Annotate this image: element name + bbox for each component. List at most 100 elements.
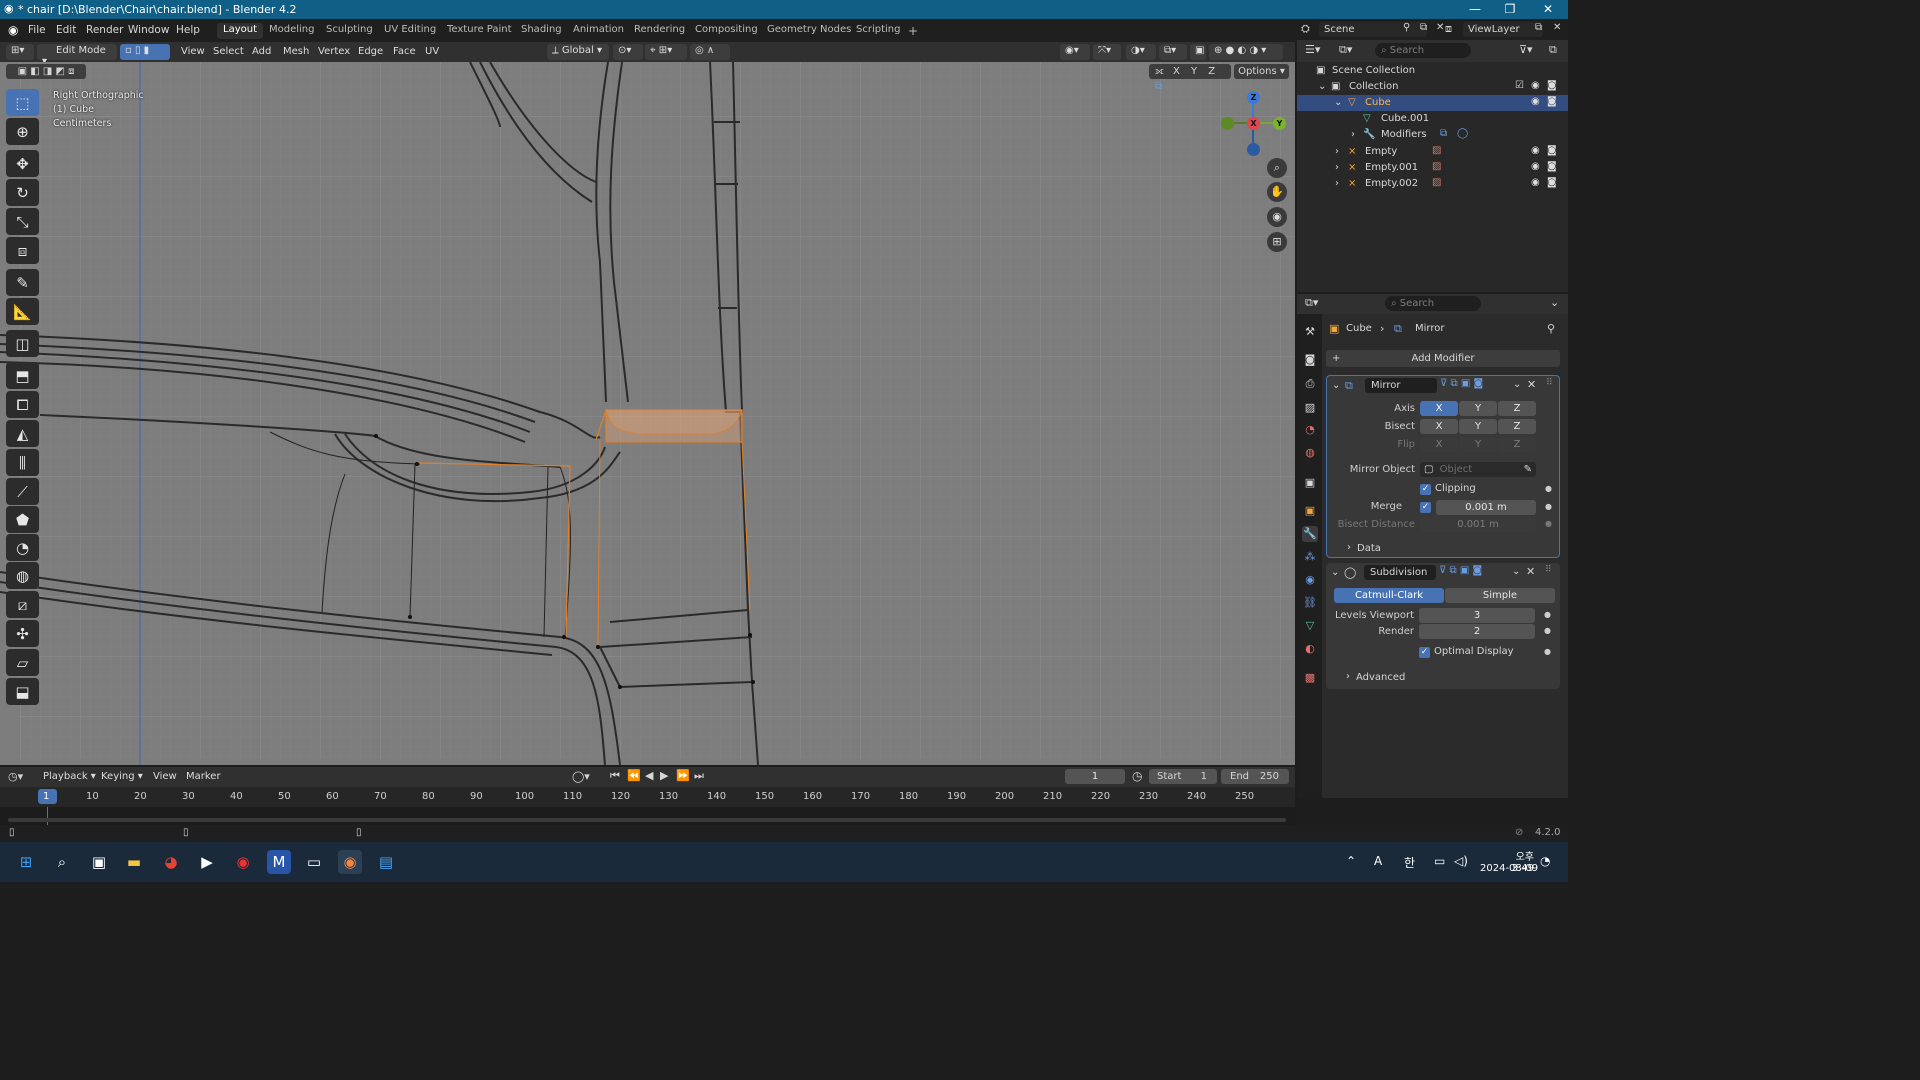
timeline-editor-icon[interactable]: ◷▾	[8, 770, 23, 783]
mirror-object-field[interactable]: ▢ Object ✎	[1420, 462, 1536, 477]
smooth-tool-icon[interactable]: ◍	[6, 562, 39, 589]
viewlayer-field[interactable]: ViewLayer	[1463, 22, 1543, 37]
next-keyframe-icon[interactable]: ⏩	[676, 769, 690, 782]
merge-distance-field[interactable]: 0.001 m	[1436, 500, 1536, 515]
render-tab-icon[interactable]: ◙	[1302, 352, 1318, 368]
end-frame-field[interactable]: End 250	[1221, 769, 1289, 784]
edge-slide-tool-icon[interactable]: ⧄	[6, 591, 39, 618]
file-explorer-icon[interactable]: ▬	[122, 850, 146, 874]
optimal-display-checkbox[interactable]: ✓	[1419, 647, 1430, 658]
bisect-y-toggle[interactable]: Y	[1459, 419, 1497, 434]
pan-hand-icon[interactable]: ✋	[1267, 182, 1287, 202]
gizmo-x-icon[interactable]: X	[1247, 117, 1260, 130]
simple-button[interactable]: Simple	[1445, 588, 1555, 603]
tree-row-collection[interactable]: ⌄ ▣ Collection ☑ ◉ ◙	[1297, 79, 1568, 95]
bisect-z-toggle[interactable]: Z	[1498, 419, 1536, 434]
editor-type-icon[interactable]: ⊞▾	[6, 44, 34, 60]
pin-icon[interactable]: ⚲	[1403, 22, 1410, 33]
jump-end-icon[interactable]: ⏭	[694, 769, 704, 783]
pin-icon[interactable]: ⚲	[1547, 322, 1555, 335]
tab-compositing[interactable]: Compositing	[689, 23, 764, 39]
output-tab-icon[interactable]: ⎙	[1302, 376, 1318, 392]
new-viewlayer-icon[interactable]: ⧉	[1535, 22, 1542, 33]
modifier-mirror-icon[interactable]: ⧉	[1440, 128, 1447, 139]
proportional-edit-button[interactable]: ◎ ∧	[690, 44, 730, 60]
menu-edge[interactable]: Edge	[358, 46, 383, 57]
move-tool-icon[interactable]: ✥	[6, 150, 39, 177]
collection-tab-icon[interactable]: ▣	[1302, 475, 1318, 491]
media-player-icon[interactable]: ▶	[195, 850, 219, 874]
rotate-tool-icon[interactable]: ↻	[6, 179, 39, 206]
current-frame-field[interactable]: 1	[1065, 769, 1125, 784]
add-cube-tool-icon[interactable]: ◫	[6, 330, 39, 357]
clock-date[interactable]: 2024-08-09	[1480, 863, 1538, 874]
horizontal-scrollbar[interactable]	[8, 818, 1286, 822]
tab-scripting[interactable]: Scripting	[850, 23, 906, 39]
material-tab-icon[interactable]: ◐	[1302, 641, 1318, 657]
annotate-tool-icon[interactable]: ✎	[6, 269, 39, 296]
tab-geometry-nodes[interactable]: Geometry Nodes	[761, 23, 857, 39]
chevron-up-icon[interactable]: ⌃	[1346, 854, 1356, 868]
tree-row-empty-002[interactable]: › ⨯ Empty.002 ▨ ◉ ◙	[1297, 176, 1568, 192]
flip-z-toggle[interactable]: Z	[1498, 437, 1536, 452]
timeline-area[interactable]	[0, 807, 1295, 825]
tab-texture-paint[interactable]: Texture Paint	[441, 23, 518, 39]
close-button[interactable]: ✕	[1533, 2, 1563, 16]
menu-render[interactable]: Render	[86, 24, 123, 36]
camera-icon[interactable]: ◙	[1547, 96, 1557, 107]
teams-app-icon[interactable]: M	[267, 850, 291, 874]
tab-modeling[interactable]: Modeling	[263, 23, 321, 39]
tab-animation[interactable]: Animation	[567, 23, 630, 39]
scale-tool-icon[interactable]: ⤡	[6, 208, 39, 235]
eye-icon[interactable]: ◉	[1531, 96, 1540, 107]
notification-bell-icon[interactable]: ◔	[1540, 854, 1550, 868]
menu-window[interactable]: Window	[128, 24, 169, 36]
network-icon[interactable]: ▭	[1434, 854, 1445, 868]
maximize-button[interactable]: ❐	[1495, 2, 1525, 16]
auto-keying-icon[interactable]: ◯▾	[572, 770, 590, 783]
options-dropdown[interactable]: Options ▾	[1234, 64, 1289, 79]
chevron-right-icon[interactable]: ›	[1347, 542, 1351, 553]
remove-scene-icon[interactable]: ✕	[1436, 22, 1444, 33]
tree-row-empty-001[interactable]: › ⨯ Empty.001 ▨ ◉ ◙	[1297, 160, 1568, 176]
data-subpanel-header[interactable]: Data	[1357, 543, 1381, 554]
remove-modifier-icon[interactable]: ✕	[1527, 378, 1536, 391]
scene-field[interactable]: Scene	[1319, 22, 1427, 37]
menu-file[interactable]: File	[28, 24, 46, 36]
levels-viewport-field[interactable]: 3	[1419, 608, 1535, 623]
modifier-visibility-icons[interactable]: ⊽ ⧉ ▣ ◙	[1439, 565, 1511, 580]
notepad-icon[interactable]: ▤	[374, 850, 398, 874]
ime-mode[interactable]: A	[1374, 854, 1382, 868]
axis-x-toggle[interactable]: X	[1420, 401, 1458, 416]
merge-checkbox[interactable]: ✓	[1420, 502, 1431, 513]
chevron-down-icon[interactable]: ⌄	[1512, 566, 1520, 577]
mirror-axis-x[interactable]: X	[1173, 66, 1180, 77]
navigation-gizmo[interactable]: Z X Y	[1216, 90, 1286, 160]
play-reverse-icon[interactable]: ◀	[645, 769, 653, 782]
select-mode-buttons[interactable]: ▫ ▯ ▮	[120, 44, 170, 60]
keyframe-dot-icon[interactable]: ●	[1545, 519, 1552, 528]
prev-keyframe-icon[interactable]: ⏪	[627, 769, 641, 782]
keyframe-dot-icon[interactable]: ●	[1544, 626, 1551, 635]
texture-tab-icon[interactable]: ▩	[1302, 670, 1318, 686]
bevel-tool-icon[interactable]: ◭	[6, 420, 39, 447]
shear-tool-icon[interactable]: ▱	[6, 649, 39, 676]
menu-playback[interactable]: Playback ▾	[43, 771, 96, 782]
world-tab-icon[interactable]: ◍	[1302, 445, 1318, 461]
chevron-down-icon[interactable]: ⌄	[1332, 380, 1340, 391]
shading-modes[interactable]: ⊕ ● ◐ ◑ ▾	[1209, 44, 1283, 60]
gizmo-neg-y-icon[interactable]	[1221, 117, 1234, 130]
camera-icon[interactable]: ◙	[1547, 161, 1557, 172]
overlay-toggle[interactable]: ◑▾	[1126, 44, 1156, 60]
clipping-checkbox[interactable]: ✓	[1420, 484, 1431, 495]
flip-y-toggle[interactable]: Y	[1459, 437, 1497, 452]
mirror-axis-z[interactable]: Z	[1208, 66, 1215, 77]
pivot-dropdown[interactable]: ⊙▾	[613, 44, 643, 60]
catmull-clark-button[interactable]: Catmull-Clark	[1334, 588, 1444, 603]
menu-mesh[interactable]: Mesh	[283, 46, 309, 57]
mode-dropdown[interactable]: Edit Mode ▾	[37, 44, 117, 67]
filter-icon[interactable]: ⊽▾	[1519, 43, 1533, 56]
menu-uv[interactable]: UV	[425, 46, 439, 57]
chevron-right-icon[interactable]: ›	[1335, 146, 1339, 157]
axis-z-toggle[interactable]: Z	[1498, 401, 1536, 416]
